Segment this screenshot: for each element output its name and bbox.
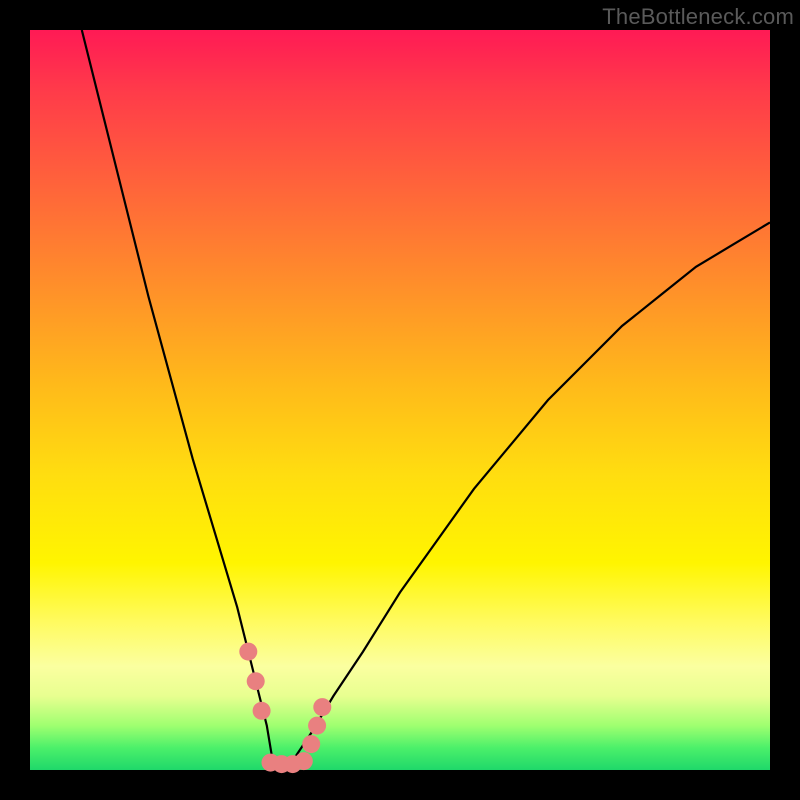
- marker-floor-d: [295, 752, 313, 770]
- marker-right-rise-top: [313, 698, 331, 716]
- marker-right-rise-mid: [308, 717, 326, 735]
- watermark-text: TheBottleneck.com: [602, 4, 794, 30]
- marker-left-approach-top: [239, 643, 257, 661]
- bottleneck-curve: [82, 30, 770, 770]
- chart-frame: TheBottleneck.com: [0, 0, 800, 800]
- marker-left-approach-low: [253, 702, 271, 720]
- marker-right-rise-low: [302, 735, 320, 753]
- marker-group: [239, 643, 331, 774]
- marker-left-approach-mid: [247, 672, 265, 690]
- curve-layer: [30, 30, 770, 770]
